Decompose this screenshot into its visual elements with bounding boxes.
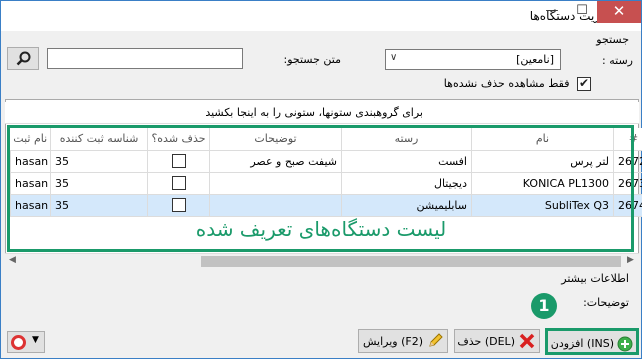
search-icon bbox=[16, 51, 31, 66]
group-by-hint: برای گروهبندی ستونها، ستونی را به اینجا … bbox=[205, 106, 423, 119]
search-text-input[interactable] bbox=[47, 48, 243, 69]
search-button[interactable] bbox=[7, 47, 39, 70]
chevron-down-icon: ∨ bbox=[390, 52, 398, 63]
minimize-button[interactable]: — bbox=[539, 1, 565, 23]
close-button[interactable]: ✕ bbox=[597, 1, 641, 23]
delete-x-icon bbox=[519, 333, 535, 349]
maximize-button[interactable]: ☐ bbox=[569, 1, 595, 23]
delete-button[interactable]: (DEL) حذف bbox=[454, 329, 540, 353]
edit-button[interactable]: (F2) ویرایش bbox=[358, 329, 448, 353]
add-button[interactable]: (INS) افزودن bbox=[545, 328, 639, 355]
more-info-label: اطلاعات بیشتر bbox=[561, 272, 629, 285]
not-deleted-filter[interactable]: فقط مشاهده حذف نشده‌ها bbox=[421, 76, 591, 91]
delete-button-label: (DEL) حذف bbox=[457, 335, 515, 348]
pencil-icon bbox=[429, 333, 443, 347]
scrollbar-thumb[interactable] bbox=[201, 256, 621, 267]
horizontal-scrollbar[interactable]: ◀ ▶ bbox=[5, 253, 639, 269]
scroll-left-icon[interactable]: ◀ bbox=[9, 255, 16, 265]
title-bar: مدیریت دستگاه‌ها — ☐ ✕ bbox=[1, 1, 641, 31]
grid-overlay-caption: لیست دستگاه‌های تعریف شده bbox=[195, 217, 447, 241]
edit-button-label: (F2) ویرایش bbox=[363, 335, 423, 348]
not-deleted-checkbox[interactable] bbox=[577, 76, 591, 91]
chevron-down-icon: ▼ bbox=[32, 335, 39, 345]
search-section-label: جستجو bbox=[596, 33, 629, 46]
not-deleted-label: فقط مشاهده حذف نشده‌ها bbox=[443, 77, 570, 90]
scroll-right-icon[interactable]: ▶ bbox=[627, 255, 634, 265]
device-management-window: مدیریت دستگاه‌ها — ☐ ✕ جستجو متن جستجو: … bbox=[0, 0, 642, 359]
lifebuoy-icon bbox=[11, 335, 26, 350]
description-label: توضیحات: bbox=[583, 296, 629, 309]
add-icon bbox=[617, 336, 633, 352]
category-select-value: [نامعین] bbox=[516, 53, 554, 66]
category-select[interactable]: [نامعین] ∨ bbox=[385, 49, 561, 70]
category-label: رسته : bbox=[602, 54, 633, 67]
step-badge: 1 bbox=[531, 293, 557, 319]
search-text-label: متن جستجو: bbox=[283, 53, 341, 66]
group-by-panel[interactable]: برای گروهبندی ستونها، ستونی را به اینجا … bbox=[5, 102, 639, 124]
add-button-label: (INS) افزودن bbox=[550, 337, 614, 350]
help-dropdown[interactable]: ▼ bbox=[7, 331, 45, 353]
